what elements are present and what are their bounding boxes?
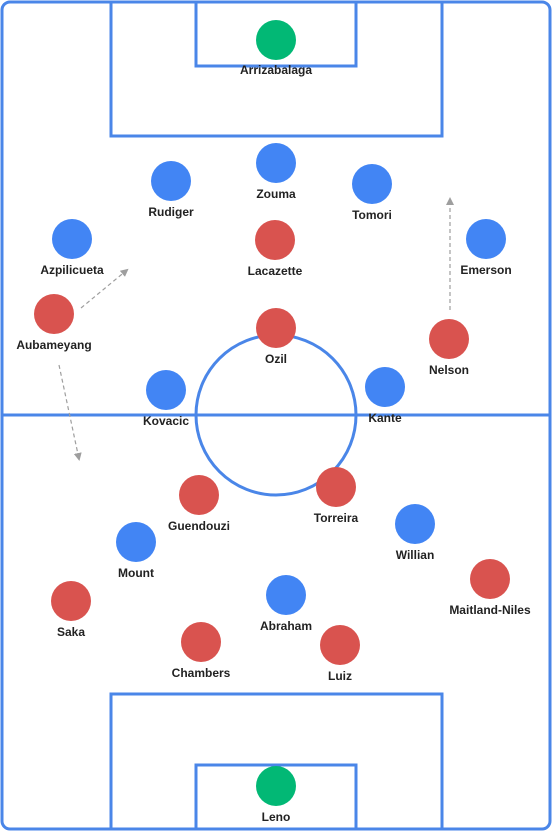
bottom-penalty-area	[109, 692, 444, 831]
player-name-label: Guendouzi	[168, 519, 230, 533]
player-lacazette: Lacazette	[248, 220, 303, 278]
player-name-label: Rudiger	[148, 205, 194, 219]
player-marker	[51, 581, 91, 621]
player-marker	[179, 475, 219, 515]
movement-arrow-aubameyang-down	[58, 364, 82, 461]
player-willian: Willian	[395, 504, 435, 562]
player-zouma: Zouma	[256, 143, 296, 201]
player-marker	[466, 219, 506, 259]
player-marker	[365, 367, 405, 407]
player-name-label: Maitland-Niles	[449, 603, 531, 617]
player-emerson: Emerson	[460, 219, 512, 277]
player-saka: Saka	[51, 581, 91, 639]
player-marker	[255, 220, 295, 260]
player-marker	[256, 308, 296, 348]
football-pitch: Arrizabalaga Zouma Rudiger Tomori Azpilicuet…	[0, 0, 552, 831]
player-name-label: Lacazette	[248, 264, 303, 278]
player-name-label: Mount	[118, 566, 154, 580]
player-name-label: Saka	[57, 625, 85, 639]
player-marker	[146, 370, 186, 410]
player-name-label: Luiz	[328, 669, 352, 683]
player-marker	[116, 522, 156, 562]
player-marker	[256, 766, 296, 806]
player-name-label: Willian	[396, 548, 435, 562]
player-marker	[320, 625, 360, 665]
player-name-label: Emerson	[460, 263, 511, 277]
player-marker	[352, 164, 392, 204]
player-abraham: Abraham	[260, 575, 312, 633]
player-maitland-niles: Maitland-Niles	[449, 559, 531, 617]
player-leno: Leno	[256, 766, 296, 824]
player-arrizabalaga: Arrizabalaga	[240, 20, 312, 77]
player-nelson: Nelson	[429, 319, 469, 377]
players-layer: Arrizabalaga Zouma Rudiger Tomori Azpilicuet…	[16, 20, 531, 824]
player-azpilicueta: Azpilicueta	[40, 219, 104, 277]
player-luiz: Luiz	[320, 625, 360, 683]
player-name-label: Kovacic	[143, 414, 189, 428]
player-kante: Kante	[365, 367, 405, 425]
player-marker	[395, 504, 435, 544]
player-name-label: Leno	[262, 810, 291, 824]
player-name-label: Abraham	[260, 619, 312, 633]
player-marker	[256, 143, 296, 183]
player-mount: Mount	[116, 522, 156, 580]
player-marker	[316, 467, 356, 507]
player-rudiger: Rudiger	[148, 161, 194, 219]
player-marker	[256, 20, 296, 60]
player-marker	[151, 161, 191, 201]
player-marker	[52, 219, 92, 259]
player-marker	[429, 319, 469, 359]
player-guendouzi: Guendouzi	[168, 475, 230, 533]
player-ozil: Ozil	[256, 308, 296, 366]
player-name-label: Tomori	[352, 208, 392, 222]
player-name-label: Azpilicueta	[40, 263, 104, 277]
player-kovacic: Kovacic	[143, 370, 189, 428]
player-chambers: Chambers	[172, 622, 231, 680]
player-marker	[266, 575, 306, 615]
player-aubameyang: Aubameyang	[16, 294, 92, 352]
player-tomori: Tomori	[352, 164, 392, 222]
player-name-label: Torreira	[314, 511, 359, 525]
player-name-label: Chambers	[172, 666, 231, 680]
player-marker	[470, 559, 510, 599]
player-name-label: Zouma	[256, 187, 296, 201]
player-name-label: Ozil	[265, 352, 287, 366]
player-name-label: Arrizabalaga	[240, 63, 312, 77]
player-name-label: Aubameyang	[16, 338, 91, 352]
player-name-label: Kante	[368, 411, 402, 425]
player-torreira: Torreira	[314, 467, 359, 525]
player-marker	[181, 622, 221, 662]
player-marker	[34, 294, 74, 334]
player-name-label: Nelson	[429, 363, 469, 377]
